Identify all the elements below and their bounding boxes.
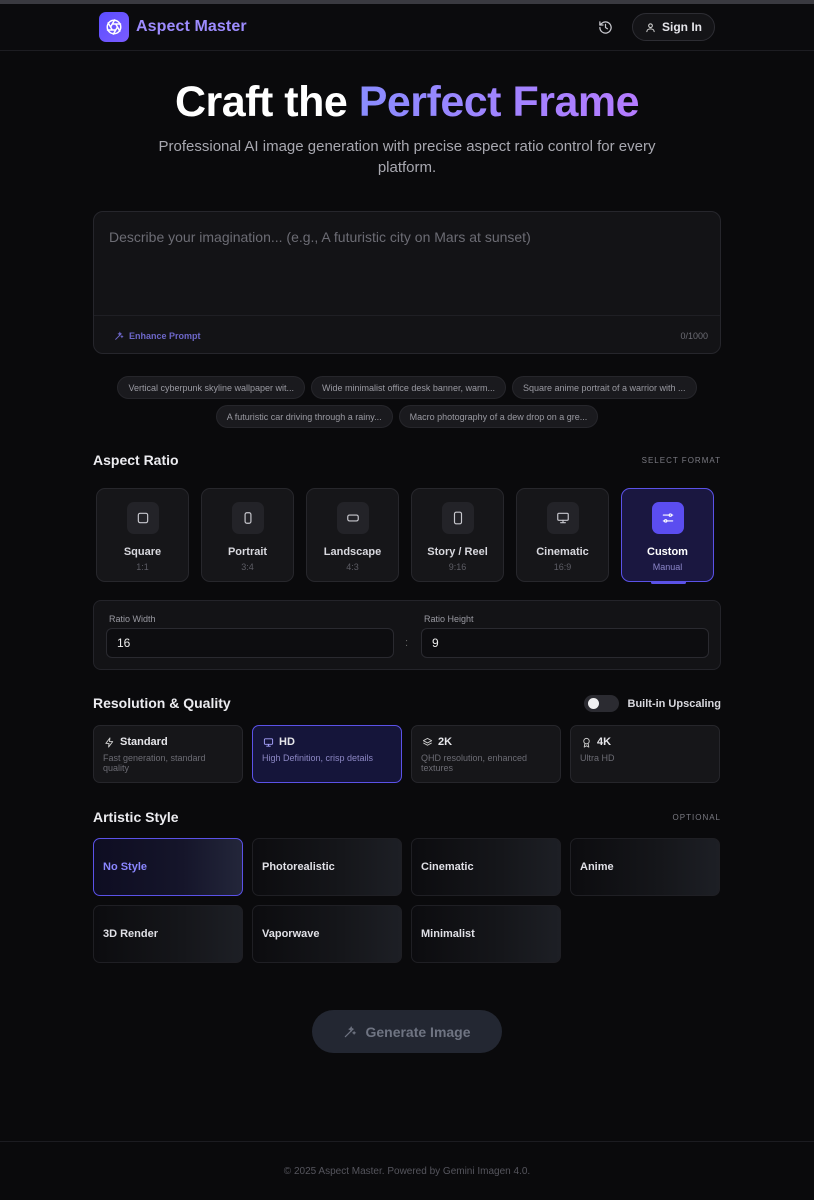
suggestion-chip[interactable]: Wide minimalist office desk banner, warm…: [311, 376, 506, 399]
suggestion-chips: Vertical cyberpunk skyline wallpaper wit…: [93, 376, 721, 434]
upscaling-label: Built-in Upscaling: [627, 697, 722, 710]
app-header: Aspect Master Sign In: [0, 4, 814, 51]
award-icon: [580, 736, 592, 748]
aspect-ratio-options: Square 1:1 Portrait 3:4 Landscape 4:3 St…: [96, 488, 714, 584]
ratio-value: 9:16: [448, 562, 467, 572]
footer-text: © 2025 Aspect Master. Powered by Gemini …: [283, 1165, 531, 1177]
ratio-height-input[interactable]: [421, 628, 709, 658]
ratio-label: Square: [123, 546, 162, 558]
lightning-icon: [103, 736, 115, 748]
phone-icon: [441, 502, 474, 534]
ratio-width-label: Ratio Width: [109, 614, 156, 624]
quality-label: 4K: [597, 736, 612, 748]
upscaling-toggle-group: Built-in Upscaling: [583, 695, 722, 712]
ratio-option-cinematic[interactable]: Cinematic 16:9: [516, 488, 609, 582]
ratio-label: Story / Reel: [427, 546, 488, 558]
style-option-vaporwave[interactable]: Vaporwave: [252, 905, 402, 963]
ratio-option-story[interactable]: Story / Reel 9:16: [411, 488, 504, 582]
ratio-option-square[interactable]: Square 1:1: [96, 488, 189, 582]
quality-option-standard[interactable]: Standard Fast generation, standard quali…: [93, 725, 243, 783]
aspect-ratio-title: Aspect Ratio: [93, 452, 179, 468]
ratio-height-label: Ratio Height: [424, 614, 474, 624]
monitor-icon: [262, 736, 274, 748]
ratio-option-custom[interactable]: Custom Manual: [621, 488, 714, 584]
monitor-icon: [546, 502, 579, 534]
prompt-box: Enhance Prompt 0/1000: [93, 211, 721, 354]
ratio-option-landscape[interactable]: Landscape 4:3: [306, 488, 399, 582]
title-accent: Perfect Frame: [358, 78, 640, 126]
enhance-prompt-button[interactable]: Enhance Prompt: [114, 331, 201, 341]
page-subtitle: Professional AI image generation with pr…: [158, 138, 656, 176]
char-counter: 0/1000: [680, 330, 708, 341]
quality-label: Standard: [120, 736, 168, 748]
sliders-icon: [651, 502, 684, 534]
prompt-input[interactable]: [94, 212, 720, 315]
landscape-icon: [336, 502, 369, 534]
style-option-anime[interactable]: Anime: [570, 838, 720, 896]
style-option-no-style[interactable]: No Style: [93, 838, 243, 896]
suggestion-chip[interactable]: Vertical cyberpunk skyline wallpaper wit…: [117, 376, 306, 399]
quality-option-hd[interactable]: HD High Definition, crisp details: [252, 725, 402, 783]
ratio-separator: :: [405, 637, 409, 649]
user-icon: [646, 22, 655, 32]
aspect-ratio-tag: SELECT FORMAT: [641, 456, 721, 465]
sign-in-label: Sign In: [662, 20, 702, 34]
suggestion-chip[interactable]: Square anime portrait of a warrior with …: [511, 376, 697, 399]
ratio-option-portrait[interactable]: Portrait 3:4: [201, 488, 294, 582]
footer: © 2025 Aspect Master. Powered by Gemini …: [0, 1141, 814, 1200]
ratio-label: Landscape: [323, 546, 382, 558]
toggle-knob: [587, 698, 599, 709]
style-options: No Style Photorealistic Cinematic Anime …: [93, 838, 721, 963]
quality-desc: Fast generation, standard quality: [103, 753, 206, 773]
ratio-value: 3:4: [241, 562, 254, 572]
quality-options: Standard Fast generation, standard quali…: [93, 725, 720, 783]
layers-icon: [421, 736, 433, 748]
prompt-footer: Enhance Prompt 0/1000: [94, 315, 720, 355]
suggestion-chip[interactable]: Macro photography of a dew drop on a gre…: [398, 405, 599, 428]
quality-label: HD: [279, 736, 295, 748]
quality-option-4k[interactable]: 4K Ultra HD: [570, 725, 720, 783]
generate-image-button[interactable]: Generate Image: [312, 1010, 502, 1053]
square-icon: [126, 502, 159, 534]
brand-name: Aspect Master: [136, 18, 247, 35]
upscaling-toggle[interactable]: [583, 695, 619, 712]
ratio-value: 1:1: [136, 562, 149, 572]
quality-label: 2K: [438, 736, 453, 748]
page-title: Craft the Perfect Frame: [0, 78, 814, 127]
style-option-photorealistic[interactable]: Photorealistic: [252, 838, 402, 896]
quality-desc: QHD resolution, enhanced textures: [421, 753, 528, 773]
ratio-width-input[interactable]: [106, 628, 394, 658]
ratio-value: 4:3: [346, 562, 359, 572]
custom-ratio-panel: Ratio Width : Ratio Height: [93, 600, 721, 670]
ratio-value: 16:9: [553, 562, 572, 572]
history-icon[interactable]: [592, 14, 618, 40]
enhance-prompt-label: Enhance Prompt: [129, 330, 201, 341]
wand-icon: [115, 331, 124, 340]
style-title: Artistic Style: [93, 809, 179, 825]
wand-icon: [345, 1025, 357, 1037]
style-tag: OPTIONAL: [672, 813, 721, 822]
aperture-icon: [99, 12, 129, 42]
ratio-value: Manual: [652, 562, 683, 572]
style-option-3d-render[interactable]: 3D Render: [93, 905, 243, 963]
quality-option-2k[interactable]: 2K QHD resolution, enhanced textures: [411, 725, 561, 783]
ratio-label: Cinematic: [536, 546, 589, 558]
style-option-cinematic[interactable]: Cinematic: [411, 838, 561, 896]
portrait-icon: [231, 502, 264, 534]
generate-label: Generate Image: [365, 1023, 471, 1040]
quality-desc: High Definition, crisp details: [262, 753, 374, 763]
quality-title: Resolution & Quality: [93, 695, 231, 711]
suggestion-chip[interactable]: A futuristic car driving through a rainy…: [215, 405, 393, 428]
style-option-minimalist[interactable]: Minimalist: [411, 905, 561, 963]
quality-desc: Ultra HD: [580, 753, 615, 763]
ratio-label: Custom: [647, 546, 688, 558]
brand[interactable]: Aspect Master: [99, 12, 247, 42]
ratio-label: Portrait: [227, 546, 268, 558]
sign-in-button[interactable]: Sign In: [632, 13, 715, 41]
title-main: Craft the: [174, 78, 359, 126]
